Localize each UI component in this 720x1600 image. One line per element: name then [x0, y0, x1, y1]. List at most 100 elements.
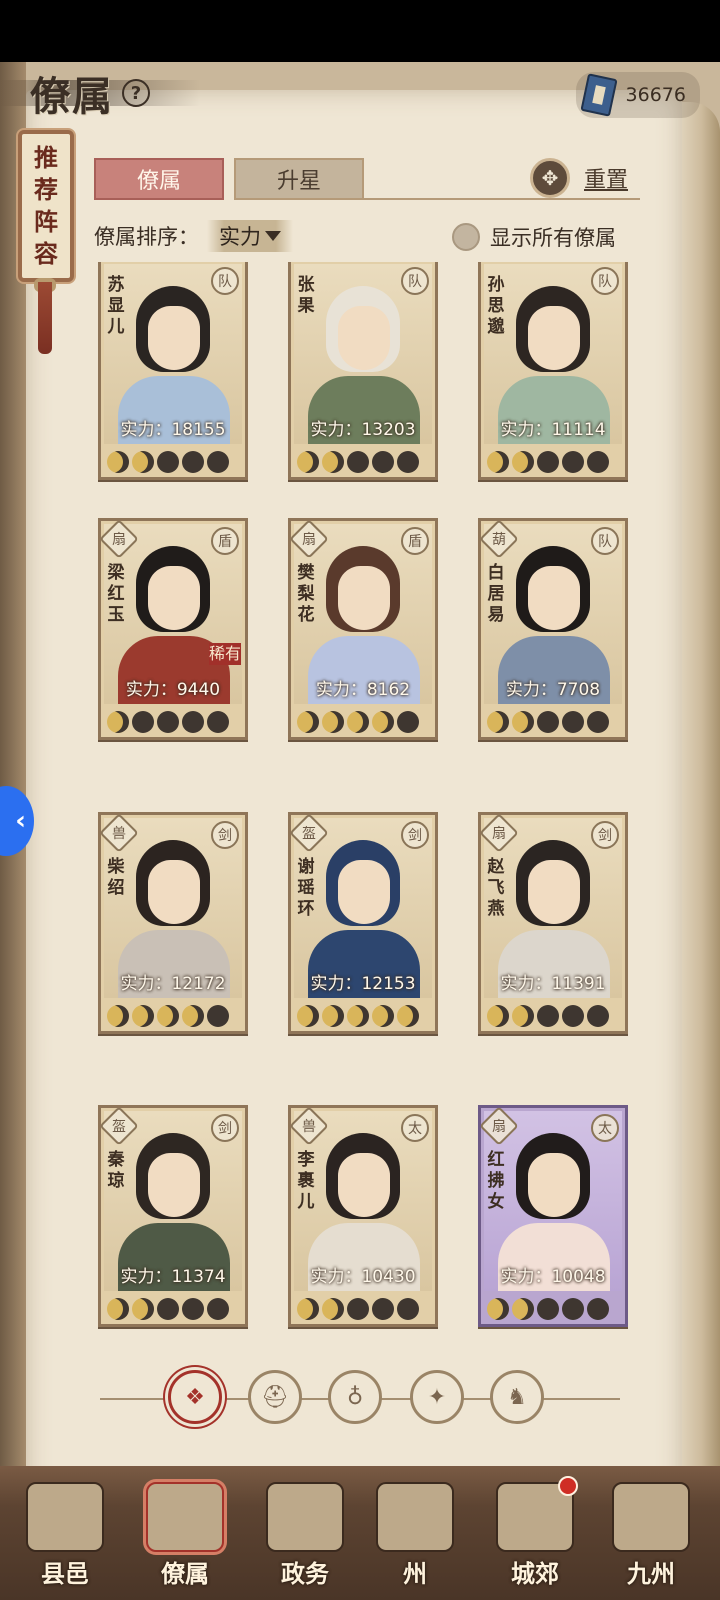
moon-star-icon	[182, 451, 204, 473]
retainer-grid[interactable]: 苏显儿队实力：18155 张果队实力：13203 孙思邈队实力：11114 梁红玉扇盾…	[98, 262, 630, 1348]
moon-star-icon	[322, 451, 344, 473]
moon-star-icon	[132, 711, 154, 733]
moon-star-icon	[182, 1005, 204, 1027]
reset-button[interactable]: ✥ 重置	[530, 158, 628, 198]
portrait-face	[338, 860, 390, 924]
moon-star-icon	[297, 1005, 319, 1027]
moon-star-icon	[487, 1298, 509, 1320]
moon-star-icon	[372, 711, 394, 733]
star-row	[107, 1298, 232, 1320]
moon-star-icon	[107, 1005, 129, 1027]
star-row	[487, 1005, 612, 1027]
moon-star-icon	[397, 711, 419, 733]
filter-bar: ❖ ⛑ ♁ ✦ ♞	[100, 1368, 620, 1428]
tassel	[38, 282, 52, 354]
nav-item[interactable]: 九州	[596, 1476, 706, 1596]
retainer-card[interactable]: 苏显儿 队实力：18155	[98, 262, 248, 480]
retainer-card[interactable]: 柴绍 兽 剑实力：12172	[98, 812, 248, 1034]
role-badge-icon: 队	[401, 267, 429, 295]
retainer-name: 白居易	[487, 563, 505, 625]
nav-item[interactable]: 城郊	[480, 1476, 590, 1596]
moon-star-icon	[397, 1298, 419, 1320]
moon-star-icon	[107, 1298, 129, 1320]
class-badge-glyph: 扇	[492, 826, 506, 842]
nav-building-icon	[146, 1482, 224, 1552]
retainer-card[interactable]: 张果 队实力：13203	[288, 262, 438, 480]
sort-row: 僚属排序： 实力	[94, 220, 293, 252]
power-value: 实力：18155	[120, 420, 226, 440]
role-badge-icon: 盾	[211, 527, 239, 555]
retainer-card[interactable]: 谢瑶环 盔 剑实力：12153	[288, 812, 438, 1034]
moon-star-icon	[512, 1005, 534, 1027]
tab-underline	[364, 198, 640, 200]
sort-dropdown[interactable]: 实力	[207, 220, 293, 252]
portrait-face	[148, 306, 200, 370]
star-row	[107, 1005, 232, 1027]
moon-star-icon	[347, 451, 369, 473]
bottom-nav: 县邑 僚属 政务 州 城郊 九州	[0, 1466, 720, 1600]
power-value: 实力：11374	[120, 1267, 226, 1287]
role-badge-icon: 剑	[401, 821, 429, 849]
moon-star-icon	[207, 1298, 229, 1320]
retainer-card[interactable]: 红拂女 扇 太实力：10048	[478, 1105, 628, 1327]
moon-star-icon	[157, 1005, 179, 1027]
portrait-face	[148, 860, 200, 924]
star-row	[297, 1005, 422, 1027]
moon-star-icon	[587, 1298, 609, 1320]
retainer-card[interactable]: 梁红玉 扇 盾稀有 实力：9440	[98, 518, 248, 740]
power-value: 实力：10048	[500, 1267, 606, 1287]
moon-star-icon	[297, 451, 319, 473]
gourd-filter-icon[interactable]: ♁	[328, 1370, 382, 1424]
moon-star-icon	[132, 1005, 154, 1027]
beast-filter-icon[interactable]: ♞	[490, 1370, 544, 1424]
role-badge-icon: 队	[591, 267, 619, 295]
currency-display[interactable]: 36676	[575, 72, 700, 118]
nav-item[interactable]: 僚属	[130, 1476, 240, 1596]
retainer-card[interactable]: 孙思邈 队实力：11114	[478, 262, 628, 480]
fan-filter-icon[interactable]: ✦	[410, 1370, 464, 1424]
nav-building-icon	[612, 1482, 690, 1552]
moon-star-icon	[182, 1298, 204, 1320]
retainer-card[interactable]: 樊梨花 扇 盾实力：8162	[288, 518, 438, 740]
show-all-checkbox[interactable]	[452, 223, 480, 251]
nav-item[interactable]: 县邑	[10, 1476, 120, 1596]
moon-star-icon	[207, 1005, 229, 1027]
nav-item[interactable]: 州	[360, 1476, 470, 1596]
sort-label: 僚属排序：	[94, 225, 199, 249]
moon-star-icon	[537, 1005, 559, 1027]
retainer-card[interactable]: 赵飞燕 扇 剑实力：11391	[478, 812, 628, 1034]
tab-bar: 僚属 升星	[94, 158, 374, 200]
class-badge-glyph: 扇	[112, 532, 126, 548]
moon-star-icon	[157, 451, 179, 473]
power-value: 实力：7708	[505, 680, 601, 700]
helmet-filter-icon[interactable]: ⛑	[248, 1370, 302, 1424]
star-row	[107, 711, 232, 733]
power-value: 实力：12172	[120, 974, 226, 994]
portrait-face	[528, 306, 580, 370]
banner-char: 容	[34, 239, 58, 268]
moon-star-icon	[562, 451, 584, 473]
retainer-card[interactable]: 白居易 葫 队实力：7708	[478, 518, 628, 740]
retainer-card[interactable]: 李裹儿 兽 太实力：10430	[288, 1105, 438, 1327]
retainer-card[interactable]: 秦琼 盔 剑实力：11374	[98, 1105, 248, 1327]
power-value: 实力：9440	[125, 680, 221, 700]
nav-label: 州	[403, 1559, 427, 1588]
retainer-name: 樊梨花	[297, 563, 315, 625]
tab-star-up[interactable]: 升星	[234, 158, 364, 200]
moon-star-icon	[397, 1005, 419, 1027]
all-filter-icon[interactable]: ❖	[168, 1370, 222, 1424]
moon-star-icon	[487, 451, 509, 473]
tab-retainers[interactable]: 僚属	[94, 158, 224, 200]
nav-item[interactable]: 政务	[250, 1476, 360, 1596]
portrait-face	[148, 1153, 200, 1217]
moon-star-icon	[372, 451, 394, 473]
moon-star-icon	[322, 1005, 344, 1027]
moon-star-icon	[562, 711, 584, 733]
recommended-lineup-button[interactable]: 推荐阵容	[18, 130, 74, 282]
role-badge-icon: 盾	[401, 527, 429, 555]
moon-star-icon	[347, 1005, 369, 1027]
show-all-toggle[interactable]: 显示所有僚属	[452, 222, 616, 252]
moon-star-icon	[537, 1298, 559, 1320]
help-icon[interactable]: ?	[122, 79, 150, 107]
banner-char: 推	[34, 143, 58, 172]
